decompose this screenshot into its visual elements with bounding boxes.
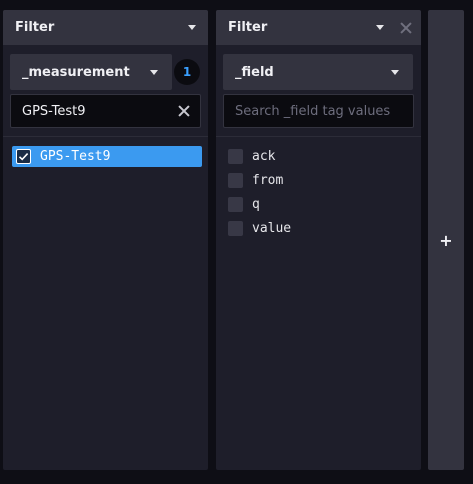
panel-header-menu[interactable]: Filter [228, 20, 384, 35]
checkbox[interactable] [228, 148, 243, 164]
search-input[interactable] [235, 103, 403, 119]
plus-icon: + [439, 230, 453, 250]
checkbox[interactable] [228, 172, 243, 188]
panel-header: Filter [216, 10, 421, 45]
checkbox[interactable] [16, 149, 31, 164]
tag-values-search[interactable]: GPS-Test9 [10, 94, 201, 128]
panel-title: Filter [228, 20, 268, 35]
list-item[interactable]: from [228, 168, 291, 192]
caret-down-icon [391, 69, 399, 75]
checkbox[interactable] [228, 220, 243, 236]
list-item-label: ack [252, 148, 276, 164]
caret-down-icon[interactable] [188, 25, 196, 30]
filter-panel-field: Filter _field ack from q value [216, 10, 421, 470]
divider [3, 136, 208, 137]
list-item-label: GPS-Test9 [40, 149, 111, 164]
filter-panel-measurement: Filter _measurement 1 GPS-Test9 GPS-Test… [3, 10, 208, 470]
tag-values-search[interactable] [223, 94, 414, 128]
close-icon[interactable] [400, 22, 412, 34]
checkbox[interactable] [228, 196, 243, 212]
selected-count-badge: 1 [174, 59, 200, 85]
list-item[interactable]: ack [228, 144, 291, 168]
caret-down-icon [150, 69, 158, 75]
add-filter-button[interactable]: + [428, 10, 464, 470]
panel-header[interactable]: Filter [3, 10, 208, 45]
list-item[interactable]: value [228, 216, 291, 240]
check-icon [18, 153, 29, 161]
list-item-label: from [252, 172, 284, 188]
tag-values-list: GPS-Test9 [12, 146, 202, 167]
key-dropdown-value: _measurement [22, 64, 130, 80]
search-input[interactable]: GPS-Test9 [22, 104, 86, 119]
list-item[interactable]: q [228, 192, 291, 216]
tag-values-list: ack from q value [228, 144, 291, 240]
panel-title: Filter [15, 20, 55, 35]
key-dropdown[interactable]: _field [223, 54, 413, 90]
list-item[interactable]: GPS-Test9 [12, 146, 202, 167]
clear-search-icon[interactable] [178, 105, 190, 117]
caret-down-icon [376, 25, 384, 30]
list-item-label: q [252, 196, 260, 212]
list-item-label: value [252, 220, 292, 236]
key-dropdown-value: _field [235, 64, 274, 80]
key-dropdown[interactable]: _measurement [10, 54, 172, 90]
divider [216, 136, 421, 137]
